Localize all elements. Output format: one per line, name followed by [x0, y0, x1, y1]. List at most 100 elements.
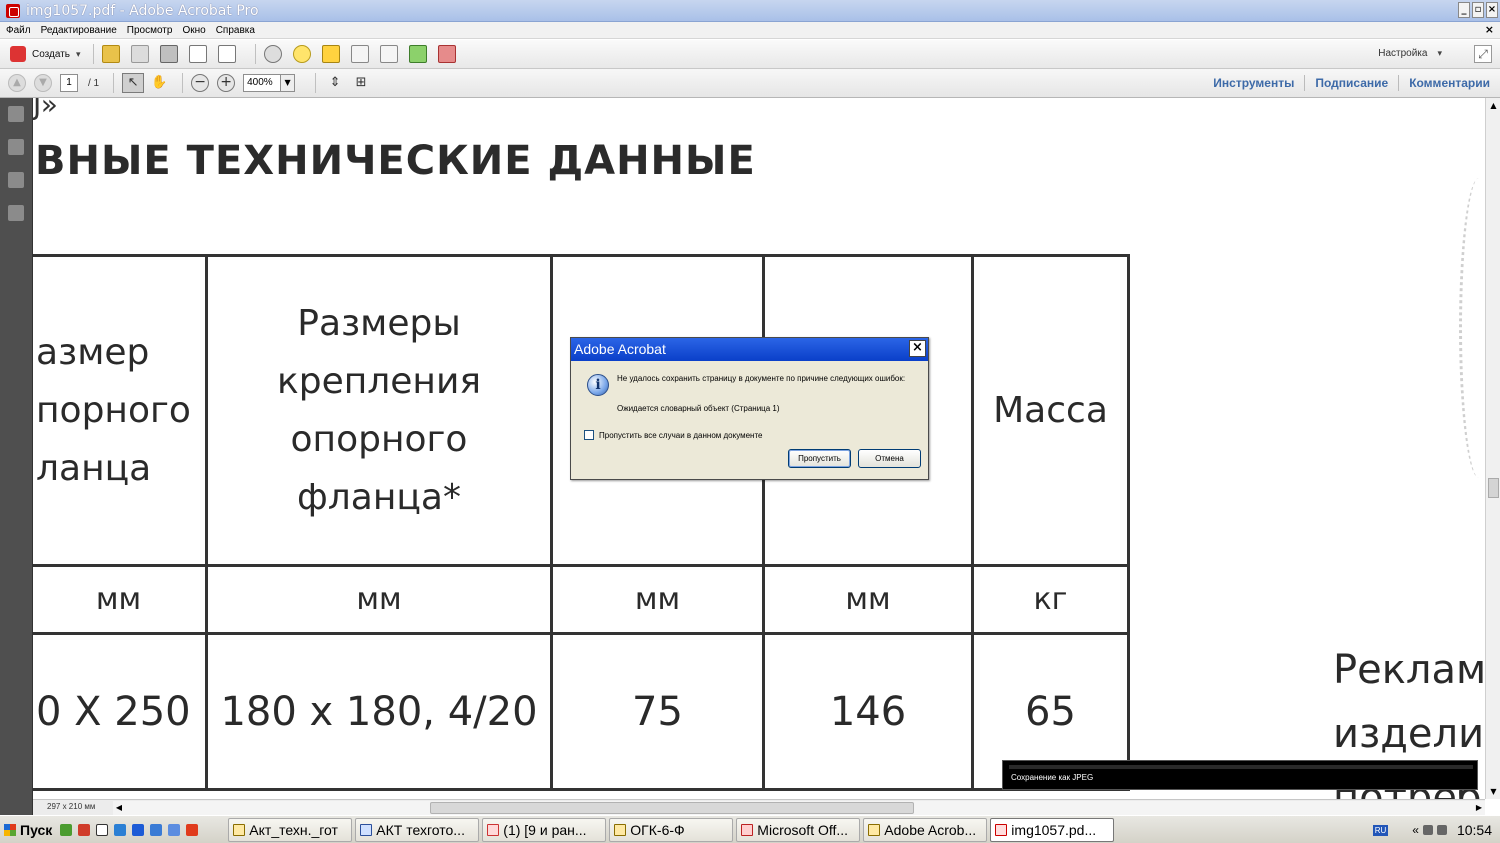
- settings-icon[interactable]: [263, 45, 282, 63]
- fit-width-icon[interactable]: ⊞: [350, 73, 372, 93]
- highlight-icon[interactable]: [321, 45, 340, 63]
- scroll-down-icon[interactable]: ▼: [1486, 784, 1500, 799]
- table-cell: мм: [550, 564, 765, 635]
- taskbar-item[interactable]: АКТ техгото...: [355, 817, 480, 842]
- desktop-icon[interactable]: [96, 823, 109, 836]
- previous-page-icon[interactable]: ▲: [8, 74, 26, 92]
- language-indicator[interactable]: RU: [1372, 824, 1389, 836]
- scroll-left-icon[interactable]: ◀: [113, 801, 125, 815]
- window-title: img1057.pdf - Adobe Acrobat Pro: [26, 2, 259, 19]
- zoom-in-icon[interactable]: +: [217, 74, 236, 92]
- horizontal-scrollbar[interactable]: ◀ ▶: [113, 801, 1485, 815]
- scroll-thumb[interactable]: [1488, 478, 1499, 498]
- document-close-button[interactable]: ×: [1485, 23, 1494, 36]
- checkbox-box[interactable]: [584, 430, 594, 440]
- folder-icon: [233, 823, 246, 836]
- next-page-icon[interactable]: ▼: [34, 74, 52, 92]
- dialog-title: Adobe Acrobat: [571, 338, 928, 361]
- customize-label: Настройка: [1378, 48, 1442, 59]
- toast-text: Сохранение как JPEG: [1011, 773, 1094, 782]
- zoom-out-icon[interactable]: −: [191, 74, 210, 92]
- page-thumbnails-icon[interactable]: [8, 106, 24, 122]
- page-total: / 1: [88, 77, 100, 89]
- document-icon[interactable]: [350, 45, 369, 63]
- clock[interactable]: 10:54: [1457, 822, 1492, 838]
- expand-icon[interactable]: ⤢: [1474, 45, 1492, 63]
- volume-icon[interactable]: [1422, 825, 1433, 835]
- minimize-button[interactable]: _: [1458, 2, 1470, 18]
- email-icon[interactable]: [217, 45, 236, 63]
- signatures-icon[interactable]: [8, 205, 24, 221]
- taskbar-item[interactable]: Adobe Acrob...: [863, 817, 988, 842]
- hand-tool-icon[interactable]: ✋: [148, 73, 170, 93]
- taskbar-item[interactable]: Microsoft Off...: [736, 817, 861, 842]
- menu-file[interactable]: Файл: [6, 25, 31, 36]
- info-icon: i: [587, 374, 609, 396]
- start-button[interactable]: Пуск: [0, 818, 56, 842]
- pdf-icon: [995, 823, 1008, 836]
- network-icon[interactable]: [1436, 825, 1447, 835]
- folder-open-icon[interactable]: [101, 45, 120, 63]
- skip-all-checkbox[interactable]: Пропустить все случаи в данном документе: [584, 430, 763, 440]
- tab-tools[interactable]: Инструменты: [1213, 76, 1294, 90]
- tab-sign[interactable]: Подписание: [1315, 76, 1388, 90]
- delete-icon[interactable]: [437, 45, 456, 63]
- scroll-thumb[interactable]: [430, 802, 914, 814]
- document-icon[interactable]: [379, 45, 398, 63]
- skip-button[interactable]: Пропустить: [788, 449, 851, 468]
- table-header-cell: Размеры крепления опорного фланца*: [205, 254, 553, 567]
- acrobat-icon: [6, 3, 20, 18]
- table-header-cell: азмер порного ланца: [33, 254, 208, 567]
- chrome-icon[interactable]: [150, 823, 163, 836]
- menu-help[interactable]: Справка: [216, 25, 255, 36]
- restore-button[interactable]: ▫: [1472, 2, 1484, 18]
- tray-expand-icon[interactable]: «: [1412, 823, 1419, 837]
- menu-view[interactable]: Просмотр: [127, 25, 173, 36]
- close-button[interactable]: ×: [1486, 2, 1498, 18]
- ie-icon[interactable]: [132, 823, 145, 836]
- system-tray: RU « 10:54: [1367, 817, 1500, 843]
- dialog-message: Не удалось сохранить страницу в документ…: [617, 374, 906, 383]
- cancel-button[interactable]: Отмена: [858, 449, 921, 468]
- telegram-icon[interactable]: [114, 823, 127, 836]
- header-line: азмер: [36, 331, 150, 373]
- taskbar-item[interactable]: img1057.pd...: [990, 817, 1115, 842]
- title-bar: img1057.pdf - Adobe Acrobat Pro _ ▫ ×: [0, 0, 1500, 22]
- header-line: ланца: [36, 447, 152, 489]
- app-icon[interactable]: [60, 823, 73, 836]
- zoom-input[interactable]: 400%: [243, 74, 282, 92]
- zoom-dropdown-icon[interactable]: ▼: [281, 74, 296, 92]
- vertical-scrollbar[interactable]: ▲ ▼: [1485, 98, 1500, 799]
- fit-page-icon[interactable]: ⇕: [324, 73, 346, 93]
- dialog-close-button[interactable]: ×: [909, 340, 926, 357]
- taskbar-item[interactable]: (1) [9 и ран...: [482, 817, 607, 842]
- customize-menu[interactable]: Настройка: [1378, 48, 1442, 59]
- quick-launch: [60, 823, 204, 836]
- export-icon[interactable]: [408, 45, 427, 63]
- save-icon[interactable]: [130, 45, 149, 63]
- browser-icon[interactable]: [78, 823, 91, 836]
- start-label: Пуск: [20, 821, 53, 838]
- header-line: Масса: [993, 389, 1108, 431]
- menu-window[interactable]: Окно: [182, 25, 205, 36]
- comment-icon[interactable]: [292, 45, 311, 63]
- taskbar-item[interactable]: ОГК-6-Ф: [609, 817, 734, 842]
- edit-icon[interactable]: [188, 45, 207, 63]
- scroll-right-icon[interactable]: ▶: [1473, 801, 1485, 815]
- print-icon[interactable]: [159, 45, 178, 63]
- page-number-input[interactable]: 1: [60, 74, 78, 92]
- folder-icon: [614, 823, 627, 836]
- app-icon[interactable]: [168, 823, 181, 836]
- create-button[interactable]: Создать: [6, 44, 85, 64]
- menu-edit[interactable]: Редактирование: [41, 25, 117, 36]
- yandex-icon[interactable]: [186, 823, 199, 836]
- attachments-icon[interactable]: [8, 172, 24, 188]
- header-line: порного: [36, 389, 191, 431]
- taskbar-item-label: (1) [9 и ран...: [503, 821, 587, 838]
- tab-comments[interactable]: Комментарии: [1409, 76, 1490, 90]
- select-tool-icon[interactable]: ↖: [122, 73, 145, 93]
- scroll-up-icon[interactable]: ▲: [1486, 98, 1500, 113]
- menu-bar: Файл Редактирование Просмотр Окно Справк…: [0, 22, 1500, 39]
- taskbar-item[interactable]: Акт_техн._гот: [228, 817, 353, 842]
- bookmarks-icon[interactable]: [8, 139, 24, 155]
